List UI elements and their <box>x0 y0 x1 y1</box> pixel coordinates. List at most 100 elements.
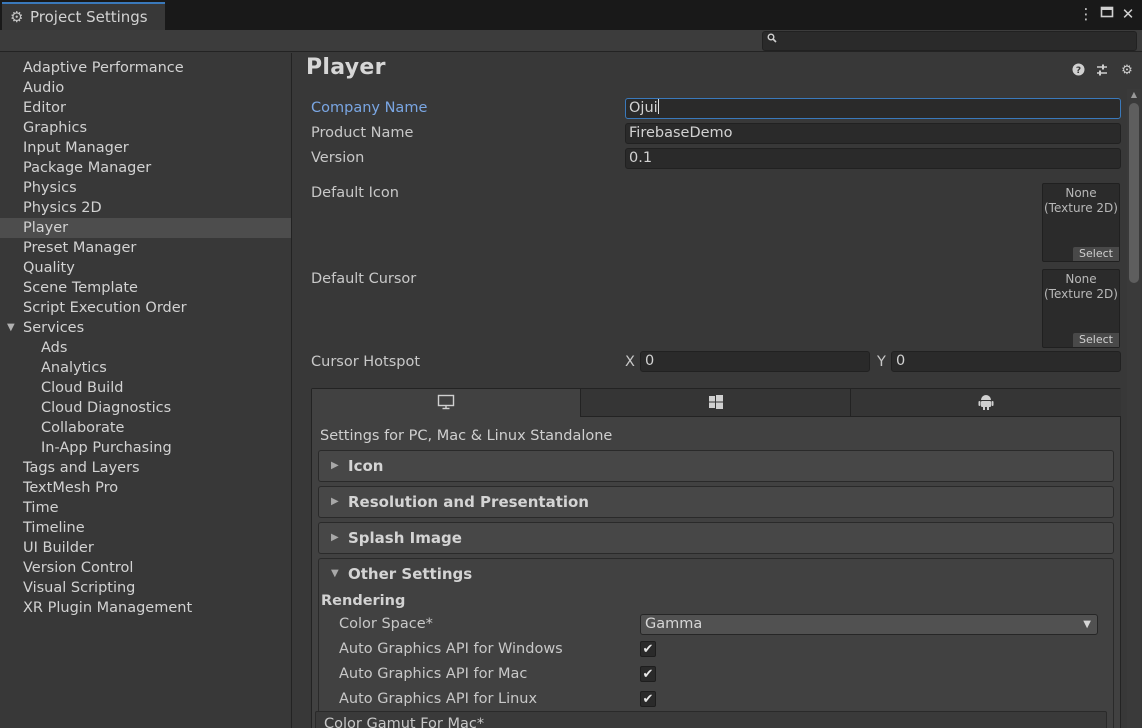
default-icon-slot[interactable]: None (Texture 2D) Select <box>1042 183 1120 262</box>
sidebar-item-xr-plugin-management[interactable]: XR Plugin Management <box>0 598 291 618</box>
sidebar-item-tags-and-layers[interactable]: Tags and Layers <box>0 458 291 478</box>
foldout-icon[interactable]: ▶ Icon <box>318 450 1114 482</box>
sidebar-item-ads[interactable]: Ads <box>0 338 291 358</box>
hotspot-x-field[interactable]: 0 <box>640 351 870 372</box>
hotspot-x-label: X <box>625 354 635 370</box>
platform-settings-title: Settings for PC, Mac & Linux Standalone <box>320 428 613 444</box>
scroll-up-arrow-icon[interactable]: ▲ <box>1127 89 1141 101</box>
foldout-icon-label: Icon <box>348 457 384 475</box>
sidebar-item-collaborate[interactable]: Collaborate <box>0 418 291 438</box>
cursor-hotspot-label: Cursor Hotspot <box>311 354 421 370</box>
company-name-label: Company Name <box>311 100 428 116</box>
text-caret <box>657 99 659 114</box>
sidebar-item-label: In-App Purchasing <box>41 440 172 456</box>
sidebar-item-label: Editor <box>23 100 66 116</box>
sidebar-item-version-control[interactable]: Version Control <box>0 558 291 578</box>
color-space-value: Gamma <box>645 616 703 632</box>
sidebar-item-editor[interactable]: Editor <box>0 98 291 118</box>
help-icon[interactable]: ? <box>1070 63 1086 79</box>
sidebar-item-audio[interactable]: Audio <box>0 78 291 98</box>
close-icon[interactable]: ✕ <box>1119 5 1137 23</box>
window-title: Project Settings <box>30 8 148 26</box>
color-gamut-list[interactable]: Color Gamut For Mac* <box>315 711 1107 728</box>
windows-icon <box>708 395 723 409</box>
settings-gear-icon[interactable]: ⚙ <box>1119 63 1135 79</box>
sidebar-item-label: Cloud Diagnostics <box>41 400 172 416</box>
foldout-other-settings[interactable]: ▼ Other Settings Rendering Color Space* … <box>315 558 1114 728</box>
sidebar-item-label: Script Execution Order <box>23 300 187 316</box>
sidebar-item-cloud-diagnostics[interactable]: Cloud Diagnostics <box>0 398 291 418</box>
company-name-value: Ojui <box>629 100 658 116</box>
toolbar <box>0 30 1142 52</box>
sidebar-item-player[interactable]: Player <box>0 218 291 238</box>
default-icon-select-button[interactable]: Select <box>1073 247 1119 261</box>
search-input[interactable] <box>783 33 1133 49</box>
auto-api-windows-checkbox[interactable]: ✔ <box>640 641 656 657</box>
sidebar-item-package-manager[interactable]: Package Manager <box>0 158 291 178</box>
sidebar-item-label: Audio <box>23 80 65 96</box>
default-icon-label: Default Icon <box>311 185 399 201</box>
sidebar-item-label: Time <box>23 500 59 516</box>
sidebar-item-label: Visual Scripting <box>23 580 136 596</box>
sidebar-item-analytics[interactable]: Analytics <box>0 358 291 378</box>
sidebar-item-textmesh-pro[interactable]: TextMesh Pro <box>0 478 291 498</box>
sidebar-item-scene-template[interactable]: Scene Template <box>0 278 291 298</box>
foldout-splash-label: Splash Image <box>348 529 462 547</box>
sidebar-item-label: Services <box>23 320 85 336</box>
chevron-right-icon: ▶ <box>331 460 339 471</box>
sidebar-item-physics-2d[interactable]: Physics 2D <box>0 198 291 218</box>
chevron-down-icon: ▼ <box>331 568 339 579</box>
sidebar-item-script-execution-order[interactable]: Script Execution Order <box>0 298 291 318</box>
chevron-right-icon: ▶ <box>331 496 339 507</box>
tab-android[interactable] <box>851 389 1121 417</box>
more-icon[interactable]: ⋮ <box>1077 5 1095 23</box>
sidebar-item-adaptive-performance[interactable]: Adaptive Performance <box>0 58 291 78</box>
foldout-splash[interactable]: ▶ Splash Image <box>318 522 1114 554</box>
default-cursor-select-button[interactable]: Select <box>1073 333 1119 347</box>
tab-standalone[interactable] <box>312 389 581 417</box>
settings-sidebar: Adaptive Performance Audio Editor Graphics I… <box>0 53 292 728</box>
maximize-icon[interactable] <box>1098 5 1116 23</box>
version-label: Version <box>311 150 365 166</box>
default-cursor-slot[interactable]: None (Texture 2D) Select <box>1042 269 1120 348</box>
rendering-heading: Rendering <box>321 593 406 609</box>
tab-windows[interactable] <box>581 389 851 417</box>
search-box[interactable] <box>762 31 1137 51</box>
sidebar-item-label: Input Manager <box>23 140 129 156</box>
sidebar-item-label: Physics <box>23 180 77 196</box>
sidebar-item-label: Package Manager <box>23 160 152 176</box>
project-settings-tab[interactable]: ⚙ Project Settings <box>2 2 165 30</box>
platform-settings-box: Settings for PC, Mac & Linux Standalone … <box>311 388 1121 728</box>
company-name-field[interactable]: Ojui <box>625 98 1121 119</box>
sidebar-item-ui-builder[interactable]: UI Builder <box>0 538 291 558</box>
android-icon <box>978 395 994 410</box>
sidebar-item-quality[interactable]: Quality <box>0 258 291 278</box>
vertical-scrollbar[interactable]: ▲ <box>1127 89 1141 728</box>
foldout-other-label: Other Settings <box>348 565 473 583</box>
auto-api-linux-checkbox[interactable]: ✔ <box>640 691 656 707</box>
sidebar-item-cloud-build[interactable]: Cloud Build <box>0 378 291 398</box>
search-icon <box>767 33 777 46</box>
sidebar-item-in-app-purchasing[interactable]: In-App Purchasing <box>0 438 291 458</box>
sidebar-item-services[interactable]: ▼ Services <box>0 318 291 338</box>
sidebar-item-physics[interactable]: Physics <box>0 178 291 198</box>
color-gamut-label: Color Gamut For Mac* <box>324 716 485 728</box>
sidebar-item-timeline[interactable]: Timeline <box>0 518 291 538</box>
foldout-resolution[interactable]: ▶ Resolution and Presentation <box>318 486 1114 518</box>
expand-arrow-icon[interactable]: ▼ <box>7 318 15 338</box>
scrollbar-thumb[interactable] <box>1129 103 1139 283</box>
color-space-dropdown[interactable]: Gamma ▼ <box>640 614 1098 635</box>
hotspot-y-field[interactable]: 0 <box>891 351 1121 372</box>
sidebar-item-graphics[interactable]: Graphics <box>0 118 291 138</box>
default-cursor-label: Default Cursor <box>311 271 417 287</box>
sidebar-item-input-manager[interactable]: Input Manager <box>0 138 291 158</box>
product-name-field[interactable]: FirebaseDemo <box>625 123 1121 144</box>
auto-api-windows-label: Auto Graphics API for Windows <box>339 641 563 657</box>
auto-api-mac-checkbox[interactable]: ✔ <box>640 666 656 682</box>
sidebar-item-time[interactable]: Time <box>0 498 291 518</box>
sidebar-item-label: Adaptive Performance <box>23 60 184 76</box>
sidebar-item-preset-manager[interactable]: Preset Manager <box>0 238 291 258</box>
version-field[interactable]: 0.1 <box>625 148 1121 169</box>
sidebar-item-visual-scripting[interactable]: Visual Scripting <box>0 578 291 598</box>
presets-icon[interactable] <box>1094 63 1110 79</box>
